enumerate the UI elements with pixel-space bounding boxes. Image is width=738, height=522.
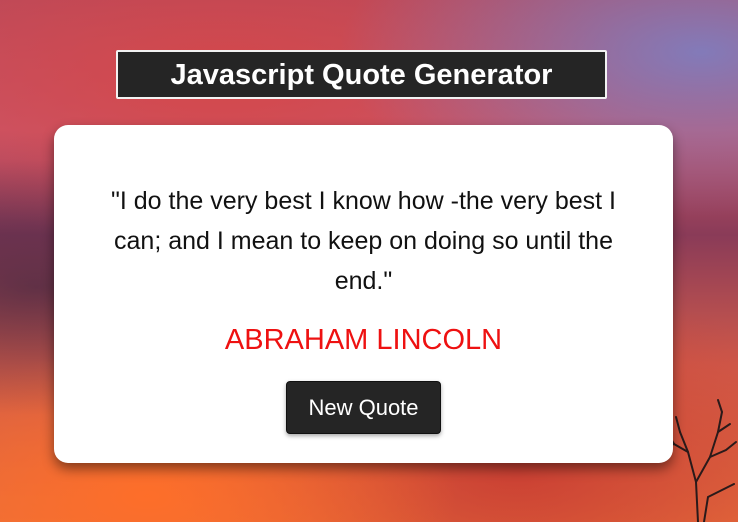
quote-author: ABRAHAM LINCOLN bbox=[224, 324, 503, 356]
quote-text: "I do the very best I know how -the very… bbox=[111, 187, 616, 295]
new-quote-button[interactable]: New Quote bbox=[286, 381, 441, 434]
quote-card: "I do the very best I know how -the very… bbox=[54, 125, 673, 463]
page-title: Javascript Quote Generator bbox=[116, 50, 607, 99]
